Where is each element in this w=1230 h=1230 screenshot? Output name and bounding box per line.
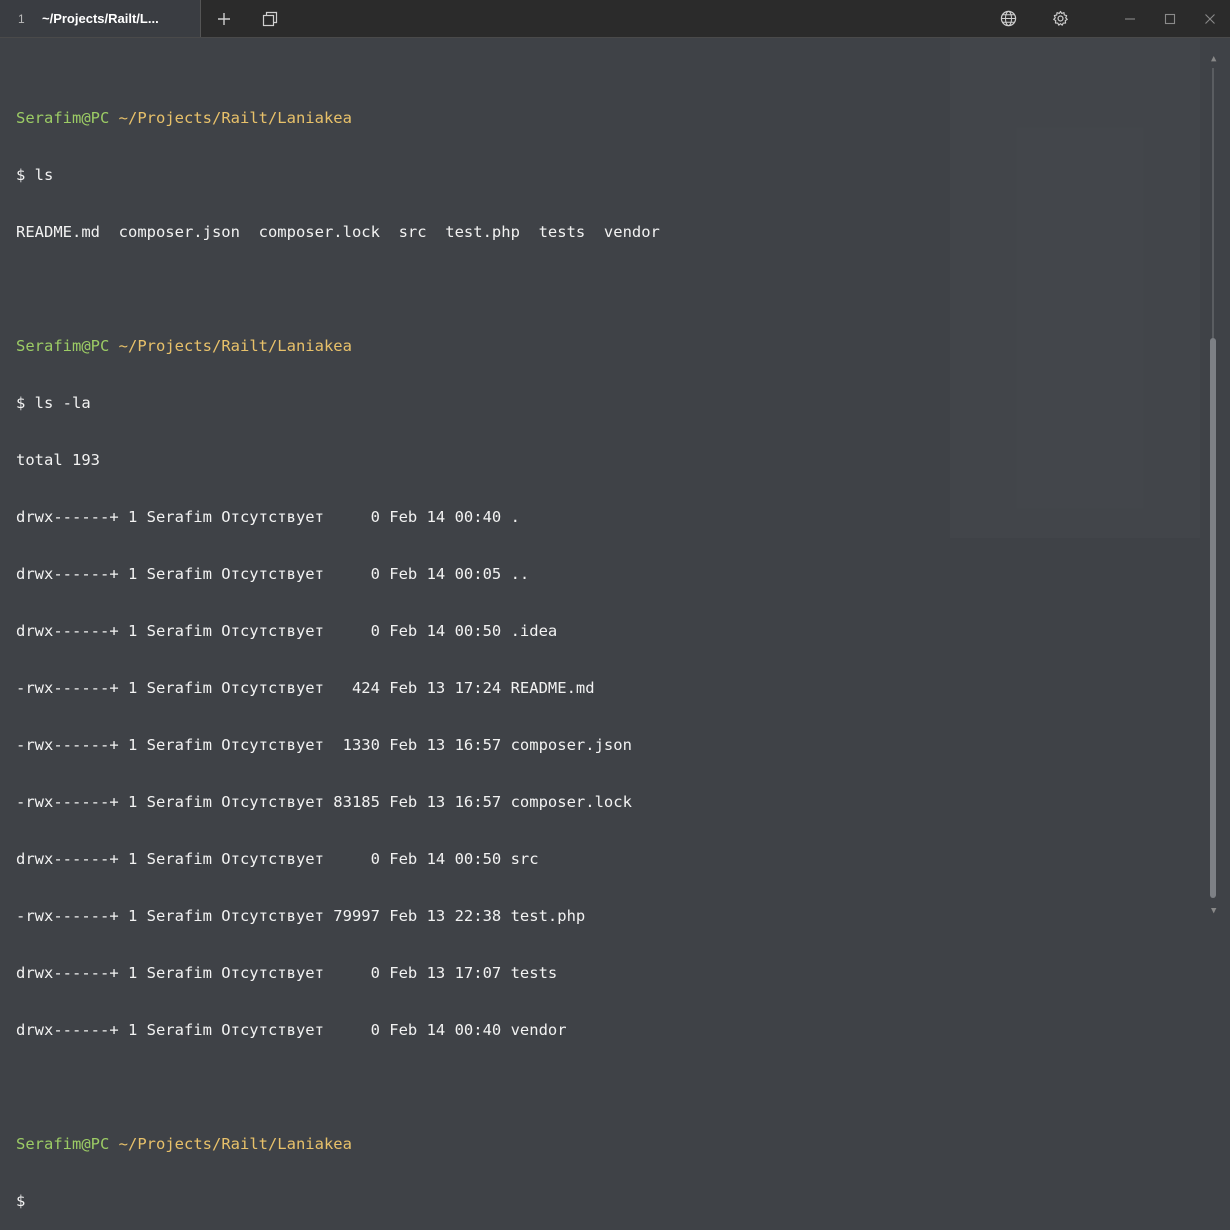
prompt-path: ~/Projects/Railt/Laniakea	[118, 337, 352, 355]
tab-title: ~/Projects/Railt/L...	[42, 11, 159, 26]
close-icon	[1205, 13, 1215, 24]
terminal-output[interactable]: Serafim@PC ~/Projects/Railt/Laniakea $ l…	[16, 71, 660, 1230]
listing-row: drwx------+ 1 Serafim Отсутствует 0 Feb …	[16, 622, 558, 640]
command-line: $ ls -la	[16, 394, 91, 412]
prompt-line: Serafim@PC ~/Projects/Railt/Laniakea	[16, 337, 660, 356]
prompt-line: Serafim@PC ~/Projects/Railt/Laniakea	[16, 1135, 660, 1154]
duplicate-icon	[262, 11, 278, 26]
total-line: total 193	[16, 451, 100, 469]
maximize-icon	[1164, 13, 1176, 24]
prompt-line: Serafim@PC ~/Projects/Railt/Laniakea	[16, 109, 660, 128]
tab-active[interactable]: 1 ~/Projects/Railt/L...	[0, 0, 201, 37]
globe-icon	[1000, 10, 1016, 27]
listing-row: drwx------+ 1 Serafim Отсутствует 0 Feb …	[16, 565, 530, 583]
duplicate-tab-button[interactable]	[247, 0, 293, 37]
minimize-icon	[1125, 17, 1135, 20]
listing-row: drwx------+ 1 Serafim Отсутствует 0 Feb …	[16, 850, 539, 868]
gear-icon	[1052, 10, 1068, 26]
prompt-path: ~/Projects/Railt/Laniakea	[118, 109, 352, 127]
prompt-user: Serafim@PC	[16, 337, 110, 355]
maximize-button[interactable]	[1150, 0, 1190, 37]
tab-index: 1	[18, 11, 25, 26]
scroll-thumb[interactable]	[1210, 338, 1216, 898]
listing-row: drwx------+ 1 Serafim Отсутствует 0 Feb …	[16, 964, 558, 982]
scroll-up-icon[interactable]: ▲	[1211, 54, 1216, 64]
listing-row: -rwx------+ 1 Serafim Отсутствует 1330 F…	[16, 736, 632, 754]
prompt-path: ~/Projects/Railt/Laniakea	[118, 1135, 352, 1153]
plus-icon	[218, 12, 230, 25]
listing-row: -rwx------+ 1 Serafim Отсутствует 79997 …	[16, 907, 586, 925]
listing-row: -rwx------+ 1 Serafim Отсутствует 424 Fe…	[16, 679, 595, 697]
title-bar: 1 ~/Projects/Railt/L...	[0, 0, 1230, 38]
scroll-down-icon[interactable]: ▼	[1211, 906, 1216, 916]
listing-row: -rwx------+ 1 Serafim Отсутствует 83185 …	[16, 793, 632, 811]
scrollbar[interactable]: ▲ ▼	[1204, 38, 1230, 932]
globe-button[interactable]	[982, 0, 1034, 37]
new-tab-button[interactable]	[201, 0, 247, 37]
command-line-active: $	[16, 1192, 26, 1210]
command-line: $ ls	[16, 166, 54, 184]
listing-row: drwx------+ 1 Serafim Отсутствует 0 Feb …	[16, 1021, 567, 1039]
scroll-track[interactable]	[1212, 68, 1214, 338]
prompt-user: Serafim@PC	[16, 109, 110, 127]
minimize-button[interactable]	[1110, 0, 1150, 37]
ls-output: README.md composer.json composer.lock sr…	[16, 223, 660, 241]
prompt-user: Serafim@PC	[16, 1135, 110, 1153]
background-panel	[950, 38, 1200, 538]
close-button[interactable]	[1190, 0, 1230, 37]
settings-button[interactable]	[1034, 0, 1086, 37]
listing-row: drwx------+ 1 Serafim Отсутствует 0 Feb …	[16, 508, 520, 526]
